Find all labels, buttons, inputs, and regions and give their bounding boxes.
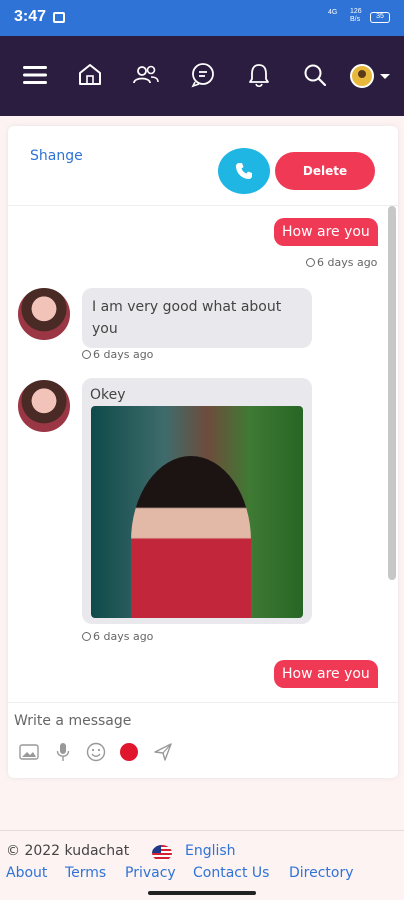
delete-button[interactable]: Delete [275,152,375,190]
clock-icon [306,258,315,267]
footer-link-contact[interactable]: Contact Us [193,865,269,881]
image-icon[interactable] [18,741,40,763]
copyright-text: © 2022 kudachat [6,843,130,859]
contact-avatar[interactable] [16,378,72,434]
messages-icon[interactable] [188,60,218,90]
chat-panel: Shange Delete How are you 6 days ago I a… [8,126,398,778]
status-bar: 3:47 4G 126 B/s 35 [0,0,404,36]
us-flag-icon[interactable] [152,845,172,861]
footer-link-directory[interactable]: Directory [289,865,354,881]
message-text: Okey [90,387,126,403]
contact-avatar[interactable] [16,286,72,342]
footer-link-terms[interactable]: Terms [65,865,106,881]
battery-icon: 35 [370,12,390,23]
clock-icon [82,632,91,641]
footer-link-about[interactable]: About [6,865,47,881]
status-time: 3:47 [14,8,47,25]
message-bubble-incoming: Okey [82,378,312,624]
notifications-icon[interactable] [244,60,274,90]
network-speed: 126 B/s [350,8,362,24]
gesture-bar[interactable] [148,891,256,895]
profile-avatar[interactable] [350,64,374,88]
message-timestamp: 6 days ago [82,348,153,361]
page-footer: © 2022 kudachat English About Terms Priv… [0,830,404,890]
call-button[interactable] [218,148,270,194]
menu-icon[interactable] [20,60,50,90]
message-list[interactable]: How are you 6 days ago I am very good wh… [8,206,398,702]
record-button[interactable] [120,743,138,761]
clock-icon [82,350,91,359]
message-bubble-outgoing: How are you [274,218,378,246]
search-icon[interactable] [300,60,330,90]
message-scrollbar[interactable] [388,206,396,580]
sms-notification-icon [53,12,65,23]
chat-contact-name[interactable]: Shange [30,148,83,164]
network-indicator: 4G [328,9,338,16]
chevron-down-icon[interactable] [380,74,390,79]
microphone-icon[interactable] [52,741,74,763]
chat-header: Shange Delete [8,126,398,206]
language-selector[interactable]: English [185,843,236,859]
send-icon[interactable] [152,741,174,763]
emoji-icon[interactable] [85,741,107,763]
footer-links: About Terms Privacy Contact Us Directory [6,865,404,887]
message-input[interactable] [14,709,384,733]
message-composer [8,702,398,778]
message-timestamp: 6 days ago [82,630,153,643]
footer-link-privacy[interactable]: Privacy [125,865,176,881]
top-navbar [0,36,404,116]
speed-value: 126 [350,8,362,15]
message-timestamp: 6 days ago [306,256,377,269]
message-bubble-outgoing: How are you [274,660,378,688]
speed-unit: B/s [350,16,361,23]
phone-icon [236,163,252,179]
friends-icon[interactable] [131,60,161,90]
message-photo[interactable] [91,406,303,618]
home-icon[interactable] [75,60,105,90]
message-bubble-incoming: I am very good what about you [82,288,312,348]
